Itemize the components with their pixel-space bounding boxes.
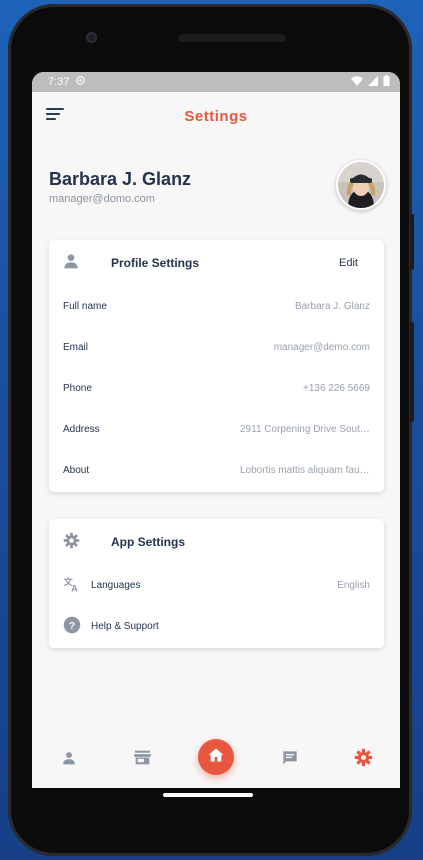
row-value: Barbara J. Glanz bbox=[294, 301, 370, 312]
chat-icon bbox=[282, 750, 298, 771]
row-label: Address bbox=[63, 424, 100, 435]
app-settings-title: App Settings bbox=[111, 535, 185, 549]
screen: 7:37 Settings Barbara J. Glanz manager@d… bbox=[32, 72, 400, 788]
earpiece-speaker bbox=[178, 34, 286, 42]
wifi-icon bbox=[351, 75, 363, 89]
home-indicator[interactable] bbox=[163, 793, 253, 797]
svg-text:?: ? bbox=[69, 620, 75, 632]
row-label: Phone bbox=[63, 383, 92, 394]
row-value: Lobortis mattis aliquam faucibus bbox=[240, 465, 370, 476]
languages-row[interactable]: 文 A Languages English bbox=[49, 565, 384, 606]
person-icon bbox=[62, 751, 76, 770]
nav-settings[interactable] bbox=[345, 742, 381, 778]
app-settings-card: App Settings 文 A Languages English ? Hel… bbox=[49, 519, 384, 648]
settings-icon bbox=[354, 748, 373, 772]
profile-settings-title: Profile Settings bbox=[111, 256, 200, 270]
bottom-navigation bbox=[32, 732, 400, 788]
row-value: manager@demo.com bbox=[273, 342, 370, 353]
signal-icon bbox=[368, 75, 378, 89]
svg-text:A: A bbox=[71, 584, 78, 594]
power-button bbox=[410, 214, 414, 270]
profile-settings-header: Profile Settings Edit bbox=[49, 240, 384, 286]
profile-row-phone[interactable]: Phone +136 226 5669 bbox=[49, 368, 384, 409]
status-bar: 7:37 bbox=[32, 72, 400, 92]
nav-chat[interactable] bbox=[272, 742, 308, 778]
battery-icon bbox=[383, 75, 390, 89]
languages-label: Languages bbox=[91, 580, 141, 591]
nav-profile[interactable] bbox=[51, 742, 87, 778]
front-camera bbox=[86, 32, 97, 43]
profile-row-about[interactable]: About Lobortis mattis aliquam faucibus bbox=[49, 450, 384, 491]
help-support-row[interactable]: ? Help & Support bbox=[49, 606, 384, 647]
user-name: Barbara J. Glanz bbox=[49, 169, 192, 189]
nav-home[interactable] bbox=[197, 739, 234, 778]
status-time: 7:37 bbox=[48, 76, 70, 88]
profile-row-address[interactable]: Address 2911 Corpening Drive South Lyon bbox=[49, 409, 384, 450]
profile-settings-card: Profile Settings Edit Full name Barbara … bbox=[49, 240, 384, 492]
gear-icon bbox=[63, 532, 80, 554]
help-support-label: Help & Support bbox=[91, 621, 159, 632]
user-email: manager@domo.com bbox=[49, 193, 155, 205]
menu-icon[interactable] bbox=[46, 108, 64, 122]
nav-store[interactable] bbox=[124, 742, 160, 778]
store-icon bbox=[134, 750, 151, 770]
app-bar: Settings bbox=[32, 92, 400, 140]
profile-header: Barbara J. Glanz manager@domo.com bbox=[32, 140, 400, 220]
home-button[interactable] bbox=[197, 739, 234, 775]
profile-row-full-name[interactable]: Full name Barbara J. Glanz bbox=[49, 286, 384, 327]
avatar[interactable] bbox=[336, 160, 386, 210]
page-title: Settings bbox=[184, 107, 248, 125]
row-label: About bbox=[63, 465, 90, 476]
volume-button bbox=[410, 322, 414, 422]
row-value: 2911 Corpening Drive South Lyon bbox=[240, 424, 370, 435]
home-icon bbox=[208, 747, 224, 768]
row-value: +136 226 5669 bbox=[302, 383, 370, 394]
app-settings-header: App Settings bbox=[49, 519, 384, 565]
person-icon bbox=[63, 253, 79, 274]
languages-value: English bbox=[337, 580, 370, 591]
sync-icon bbox=[75, 75, 86, 89]
phone-frame: 7:37 Settings Barbara J. Glanz manager@d… bbox=[8, 4, 414, 856]
translate-icon: 文 A bbox=[63, 575, 81, 596]
help-icon: ? bbox=[63, 616, 81, 637]
profile-row-email[interactable]: Email manager@demo.com bbox=[49, 327, 384, 368]
edit-button[interactable]: Edit bbox=[339, 257, 358, 269]
row-label: Full name bbox=[63, 301, 107, 312]
row-label: Email bbox=[63, 342, 89, 353]
